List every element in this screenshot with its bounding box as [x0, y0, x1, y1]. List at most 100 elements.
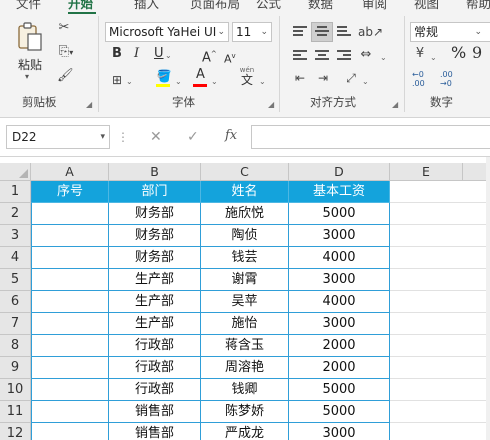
align-left-icon[interactable]	[293, 50, 307, 62]
table-cell[interactable]: 销售部	[109, 423, 201, 440]
row-header[interactable]: 3	[0, 225, 31, 247]
tab-page-layout[interactable]: 页面布局	[190, 0, 240, 12]
formula-input[interactable]	[251, 125, 490, 149]
empty-cell[interactable]	[390, 247, 490, 269]
table-cell[interactable]: 生产部	[109, 269, 201, 291]
empty-cell[interactable]	[390, 313, 490, 335]
cancel-icon[interactable]: ✕	[150, 129, 162, 145]
chevron-down-icon[interactable]: ⌄	[211, 74, 218, 90]
row-header[interactable]: 9	[0, 357, 31, 379]
comma-style-button[interactable]: 9	[472, 45, 482, 61]
table-cell[interactable]: 2000	[289, 335, 390, 357]
table-cell[interactable]: 施欣悦	[201, 203, 289, 225]
increase-font-button[interactable]: A^	[202, 46, 217, 66]
increase-decimal-button[interactable]: ←0 .00	[412, 70, 434, 88]
empty-cell[interactable]	[390, 203, 490, 225]
empty-cell[interactable]	[390, 423, 490, 440]
table-cell[interactable]: 吴苹	[201, 291, 289, 313]
table-cell[interactable]	[31, 335, 109, 357]
empty-cell[interactable]	[390, 181, 490, 203]
table-cell[interactable]: 陈梦娇	[201, 401, 289, 423]
enter-icon[interactable]: ✓	[187, 129, 199, 145]
decrease-indent-icon[interactable]: ⇤	[291, 70, 309, 86]
chevron-down-icon[interactable]: ⌄	[126, 74, 133, 90]
table-cell[interactable]: 财务部	[109, 203, 201, 225]
table-cell[interactable]	[31, 423, 109, 440]
number-format-select[interactable]: 常规 ⌄	[410, 22, 490, 42]
chevron-down-icon[interactable]: ⌄	[165, 48, 172, 64]
column-header-c[interactable]: C	[201, 163, 289, 181]
borders-icon[interactable]: ⊞	[110, 72, 124, 88]
align-middle-icon[interactable]	[315, 26, 329, 38]
text-direction-icon[interactable]: ab↗	[358, 24, 383, 40]
font-launcher-icon[interactable]: ◢	[268, 100, 274, 109]
table-cell[interactable]: 蒋含玉	[201, 335, 289, 357]
table-cell[interactable]: 钱卿	[201, 379, 289, 401]
table-cell[interactable]	[31, 357, 109, 379]
tab-view[interactable]: 视图	[414, 0, 439, 12]
table-cell[interactable]	[31, 401, 109, 423]
orientation-icon[interactable]: ⤢	[342, 70, 360, 86]
empty-cell[interactable]	[390, 379, 490, 401]
empty-cell[interactable]	[390, 357, 490, 379]
table-cell[interactable]: 施怡	[201, 313, 289, 335]
table-cell[interactable]: 5000	[289, 379, 390, 401]
row-header[interactable]: 5	[0, 269, 31, 291]
insert-function-icon[interactable]: fx	[225, 128, 237, 143]
tab-insert[interactable]: 插入	[134, 0, 159, 12]
column-header-e[interactable]: E	[390, 163, 463, 181]
table-cell[interactable]: 行政部	[109, 357, 201, 379]
empty-cell[interactable]	[390, 291, 490, 313]
table-cell[interactable]: 2000	[289, 357, 390, 379]
formula-bar-grip[interactable]: ⋮	[117, 130, 129, 144]
table-cell[interactable]: 3000	[289, 423, 390, 440]
header-cell[interactable]: 姓名	[201, 181, 289, 203]
table-cell[interactable]: 财务部	[109, 247, 201, 269]
increase-indent-icon[interactable]: ⇥	[314, 70, 332, 86]
table-cell[interactable]: 生产部	[109, 313, 201, 335]
font-name-select[interactable]: Microsoft YaHei UI ⌄	[105, 22, 229, 42]
empty-cell[interactable]	[390, 335, 490, 357]
chevron-down-icon[interactable]: ⌄	[259, 74, 266, 90]
copy-icon[interactable]: ⎘▾	[55, 44, 77, 61]
empty-cell[interactable]	[390, 401, 490, 423]
paste-button[interactable]: 粘贴 ▾	[14, 22, 46, 81]
bold-button[interactable]: B	[112, 46, 122, 62]
decrease-font-button[interactable]: Av	[224, 48, 236, 68]
underline-button[interactable]: U	[154, 46, 164, 62]
row-header[interactable]: 6	[0, 291, 31, 313]
table-cell[interactable]: 3000	[289, 225, 390, 247]
align-bottom-icon[interactable]	[337, 26, 351, 38]
table-cell[interactable]: 5000	[289, 401, 390, 423]
table-cell[interactable]: 3000	[289, 269, 390, 291]
phonetic-button[interactable]: wén 文	[236, 66, 258, 88]
table-cell[interactable]: 周溶艳	[201, 357, 289, 379]
table-cell[interactable]	[31, 225, 109, 247]
italic-button[interactable]: I	[134, 46, 139, 62]
alignment-launcher-icon[interactable]: ◢	[392, 100, 398, 109]
row-header[interactable]: 1	[0, 181, 31, 203]
paste-dropdown-icon[interactable]: ▾	[25, 72, 29, 81]
chevron-down-icon[interactable]: ⌄	[380, 50, 387, 66]
tab-help[interactable]: 帮助	[466, 0, 490, 12]
table-cell[interactable]: 行政部	[109, 379, 201, 401]
row-header[interactable]: 10	[0, 379, 31, 401]
header-cell[interactable]: 部门	[109, 181, 201, 203]
row-header[interactable]: 8	[0, 335, 31, 357]
empty-cell[interactable]	[390, 225, 490, 247]
table-cell[interactable]: 行政部	[109, 335, 201, 357]
row-header[interactable]: 4	[0, 247, 31, 269]
table-cell[interactable]: 谢霄	[201, 269, 289, 291]
table-cell[interactable]: 销售部	[109, 401, 201, 423]
table-cell[interactable]: 严成龙	[201, 423, 289, 440]
column-header-b[interactable]: B	[109, 163, 201, 181]
chevron-down-icon[interactable]: ⌄	[175, 74, 182, 90]
merge-center-icon[interactable]: ⇔	[358, 47, 374, 63]
table-cell[interactable]	[31, 291, 109, 313]
table-cell[interactable]: 4000	[289, 291, 390, 313]
table-cell[interactable]	[31, 313, 109, 335]
column-header-d[interactable]: D	[289, 163, 390, 181]
table-cell[interactable]	[31, 247, 109, 269]
font-size-select[interactable]: 11 ⌄	[232, 22, 272, 42]
table-cell[interactable]: 陶侦	[201, 225, 289, 247]
